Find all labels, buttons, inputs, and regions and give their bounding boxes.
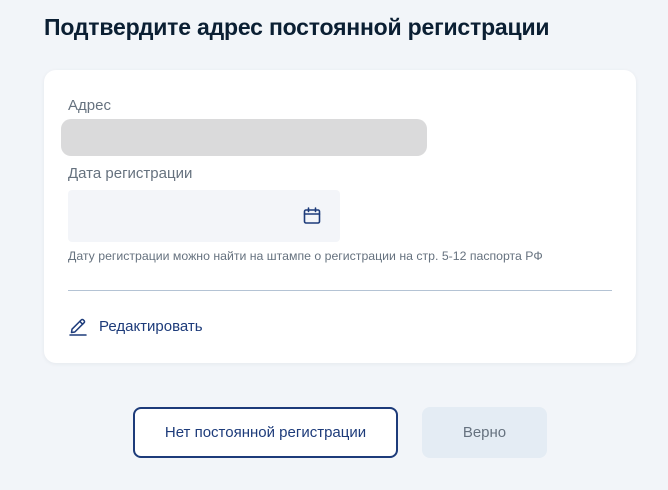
no-registration-button[interactable]: Нет постоянной регистрации <box>133 407 398 458</box>
address-card: Адрес Дата регистрации Дату регистрации … <box>44 70 636 363</box>
confirm-button[interactable]: Верно <box>422 407 547 458</box>
registration-date-input[interactable] <box>68 190 340 242</box>
registration-date-label: Дата регистрации <box>68 165 193 182</box>
edit-link[interactable]: Редактировать <box>68 316 203 336</box>
divider <box>68 290 612 291</box>
calendar-icon[interactable] <box>302 206 322 226</box>
registration-date-hint: Дату регистрации можно найти на штампе о… <box>68 249 543 263</box>
address-label: Адрес <box>68 97 111 114</box>
address-value-placeholder <box>61 119 427 156</box>
pencil-icon <box>69 318 87 336</box>
page-title: Подтвердите адрес постоянной регистрации <box>44 14 550 40</box>
edit-link-label: Редактировать <box>99 317 203 335</box>
